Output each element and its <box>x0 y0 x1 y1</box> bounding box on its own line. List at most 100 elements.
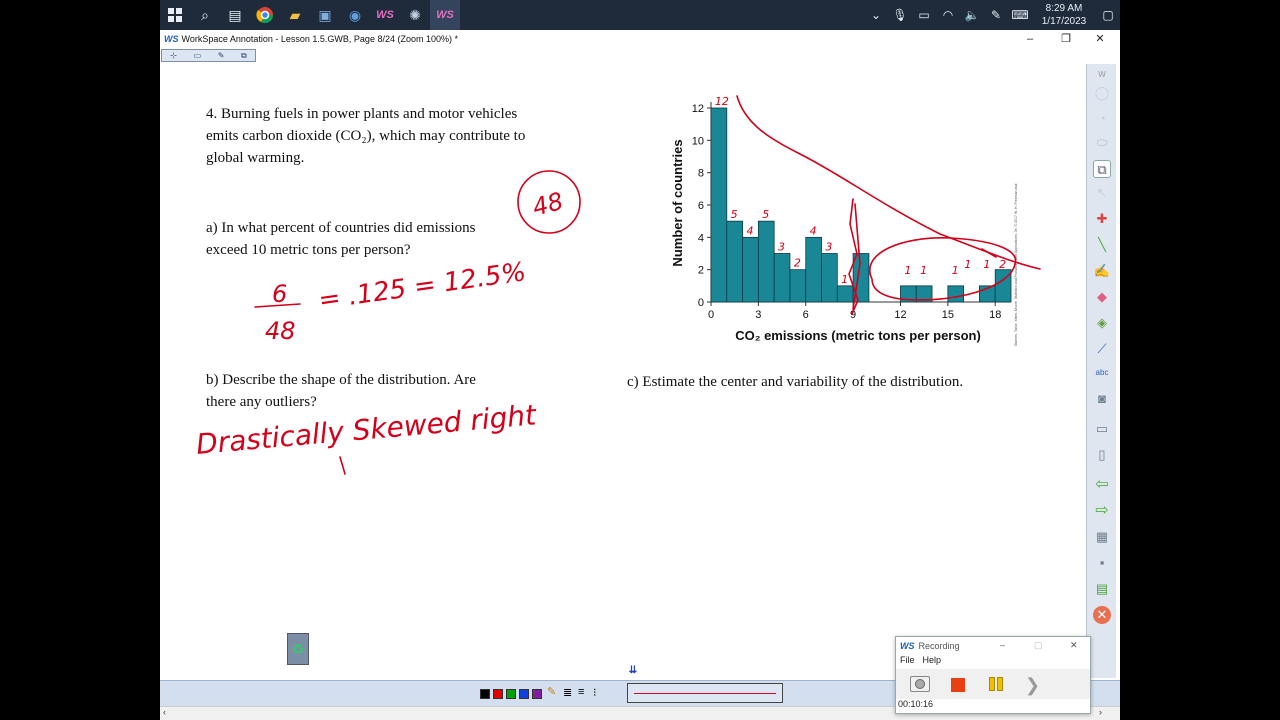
pages-icon[interactable]: ⧉ <box>1093 160 1111 178</box>
print-icon[interactable]: ▤ <box>1093 580 1111 598</box>
recording-app-icon: WS <box>900 641 915 651</box>
eraser-icon[interactable]: ◆ <box>1093 288 1111 306</box>
palette-icon[interactable]: ✎ <box>547 685 556 698</box>
minimize-button[interactable]: – <box>1012 30 1048 48</box>
record-button[interactable] <box>910 676 930 692</box>
ink-bar-count: 3 <box>778 241 785 254</box>
ink-fraction-num: 6 <box>272 280 287 308</box>
ink-bar-count: 1 <box>920 264 927 277</box>
windows-logo-icon <box>168 8 182 22</box>
undo-icon[interactable]: ◔ <box>1093 110 1111 128</box>
page-icon[interactable]: ▯ <box>1093 446 1111 464</box>
wifi-icon[interactable]: ◠ <box>936 8 960 22</box>
search-button[interactable]: ⌕ <box>190 0 220 30</box>
workspace-button[interactable]: WS <box>370 0 400 30</box>
task-view-icon: ▤ <box>228 6 242 23</box>
ink-bar-count: 4 <box>746 224 753 237</box>
document-page[interactable]: 4. Burning fuels in power plants and mot… <box>160 64 1086 678</box>
fill-icon[interactable]: ◈ <box>1093 314 1111 332</box>
ink-fraction-result: = .125 = 12.5% <box>317 257 528 316</box>
highlighter-icon[interactable]: ✍ <box>1093 262 1111 280</box>
pen-icon[interactable]: ✎ <box>984 8 1008 22</box>
rectangle-icon[interactable]: ▭ <box>194 51 202 60</box>
pause-button[interactable] <box>986 676 1006 692</box>
camera-icon[interactable]: ◙ <box>1093 390 1111 408</box>
recording-menubar: File Help <box>896 655 1090 669</box>
color-swatch[interactable] <box>493 689 503 699</box>
workspace-icon: WS <box>436 9 454 21</box>
ink-bar-count: 1 <box>841 273 848 286</box>
recording-menu-help[interactable]: Help <box>923 655 942 669</box>
scroll-right-icon[interactable]: › <box>1099 707 1102 717</box>
grid-icon[interactable]: ▦ <box>1093 528 1111 546</box>
scroll-left-icon[interactable]: ‹ <box>163 707 166 717</box>
chrome-button[interactable] <box>250 0 280 30</box>
stop-icon <box>951 678 965 692</box>
copy-icon[interactable]: ⧉ <box>241 51 247 61</box>
color-swatch[interactable] <box>519 689 529 699</box>
recording-window[interactable]: WS Recording – ▢ ✕ File Help ❯ 00:10:16 <box>895 636 1091 714</box>
windows-start-button[interactable] <box>160 0 190 30</box>
clock-time: 8:29 AM <box>1045 3 1083 14</box>
pointer-icon[interactable]: ↖ <box>1093 184 1111 202</box>
battery-icon[interactable]: ▭ <box>912 8 936 22</box>
color-swatch[interactable] <box>532 689 542 699</box>
stop-button[interactable] <box>948 676 968 692</box>
control-panel-icon: ▣ <box>318 6 332 23</box>
workspace-active-button[interactable]: WS <box>430 0 460 30</box>
recording-minimize-button[interactable]: – <box>1000 640 1005 650</box>
exit-icon[interactable]: ✕ <box>1093 606 1111 624</box>
move-icon[interactable]: ⊹ <box>170 51 177 60</box>
ink-outlier-circle <box>869 237 1017 301</box>
annotation-toolbar: ⊹ ▭ ✎ ⧉ <box>161 49 256 62</box>
recording-time: 00:10:16 <box>898 699 934 709</box>
edit-icon[interactable]: ✎ <box>218 51 225 60</box>
laser-pointer-icon[interactable]: ✚ <box>1093 210 1111 228</box>
recycle-bin-icon[interactable]: ♻ <box>287 633 309 665</box>
workspace-app-icon: WS <box>164 34 179 44</box>
insert-page-icon[interactable]: ⇊ <box>626 664 640 678</box>
browser-button[interactable]: ◉ <box>340 0 370 30</box>
recording-close-button[interactable]: ✕ <box>1070 640 1078 651</box>
close-button[interactable]: ✕ <box>1082 30 1118 48</box>
paint-button[interactable]: ✺ <box>400 0 430 30</box>
microphone-icon[interactable]: 🎙 <box>888 8 912 22</box>
line-icon[interactable]: ⟋ <box>1093 340 1111 358</box>
resume-button[interactable]: ❯ <box>1024 676 1044 694</box>
pause-icon <box>987 677 1005 691</box>
line-width-icon[interactable]: ≣ <box>563 686 572 699</box>
text-icon[interactable]: abc <box>1093 364 1111 382</box>
window-titlebar: WS WorkSpace Annotation - Lesson 1.5.GWB… <box>160 30 1120 48</box>
window-title: WorkSpace Annotation - Lesson 1.5.GWB, P… <box>181 34 458 44</box>
ink-fraction-den: 48 <box>265 317 296 345</box>
save-icon[interactable]: ▪ <box>1093 554 1111 572</box>
recording-controls: ❯ <box>896 669 1090 699</box>
recording-maximize-button[interactable]: ▢ <box>1034 640 1043 651</box>
chevron-up-icon[interactable]: ⌄ <box>864 8 888 22</box>
select-icon[interactable]: ◯ <box>1093 84 1111 102</box>
dash-style-icon[interactable]: ⁝ <box>593 686 597 699</box>
ink-bar-count: 12 <box>715 95 729 108</box>
system-tray: ⌄ 🎙 ▭ ◠ 🔈 ✎ ⌨ 8:29 AM 1/17/2023 ▢ <box>864 0 1120 30</box>
previous-page-icon[interactable]: ⇦ <box>1093 476 1111 494</box>
line-style-icon[interactable]: ≡ <box>578 686 584 698</box>
pen-preview[interactable] <box>627 683 783 703</box>
notification-icon[interactable]: ▢ <box>1096 8 1120 22</box>
volume-icon[interactable]: 🔈 <box>960 8 984 22</box>
mouse-icon[interactable]: ⬭ <box>1093 134 1111 152</box>
workspace-mini-icon: W <box>1098 70 1106 79</box>
recording-menu-file[interactable]: File <box>900 655 915 669</box>
control-panel-button[interactable]: ▣ <box>310 0 340 30</box>
screen-icon[interactable]: ▭ <box>1093 420 1111 438</box>
ink-scribble <box>848 198 861 315</box>
pen-tool-icon[interactable]: ╲ <box>1093 236 1111 254</box>
color-swatch[interactable] <box>480 689 490 699</box>
task-view-button[interactable]: ▤ <box>220 0 250 30</box>
next-page-icon[interactable]: ⇨ <box>1093 502 1111 520</box>
color-swatch[interactable] <box>506 689 516 699</box>
ink-bar-count: 5 <box>762 208 769 221</box>
restore-button[interactable]: ❐ <box>1048 30 1084 48</box>
clock[interactable]: 8:29 AM 1/17/2023 <box>1032 2 1096 28</box>
keyboard-icon[interactable]: ⌨ <box>1008 8 1032 22</box>
file-explorer-button[interactable]: ▰ <box>280 0 310 30</box>
